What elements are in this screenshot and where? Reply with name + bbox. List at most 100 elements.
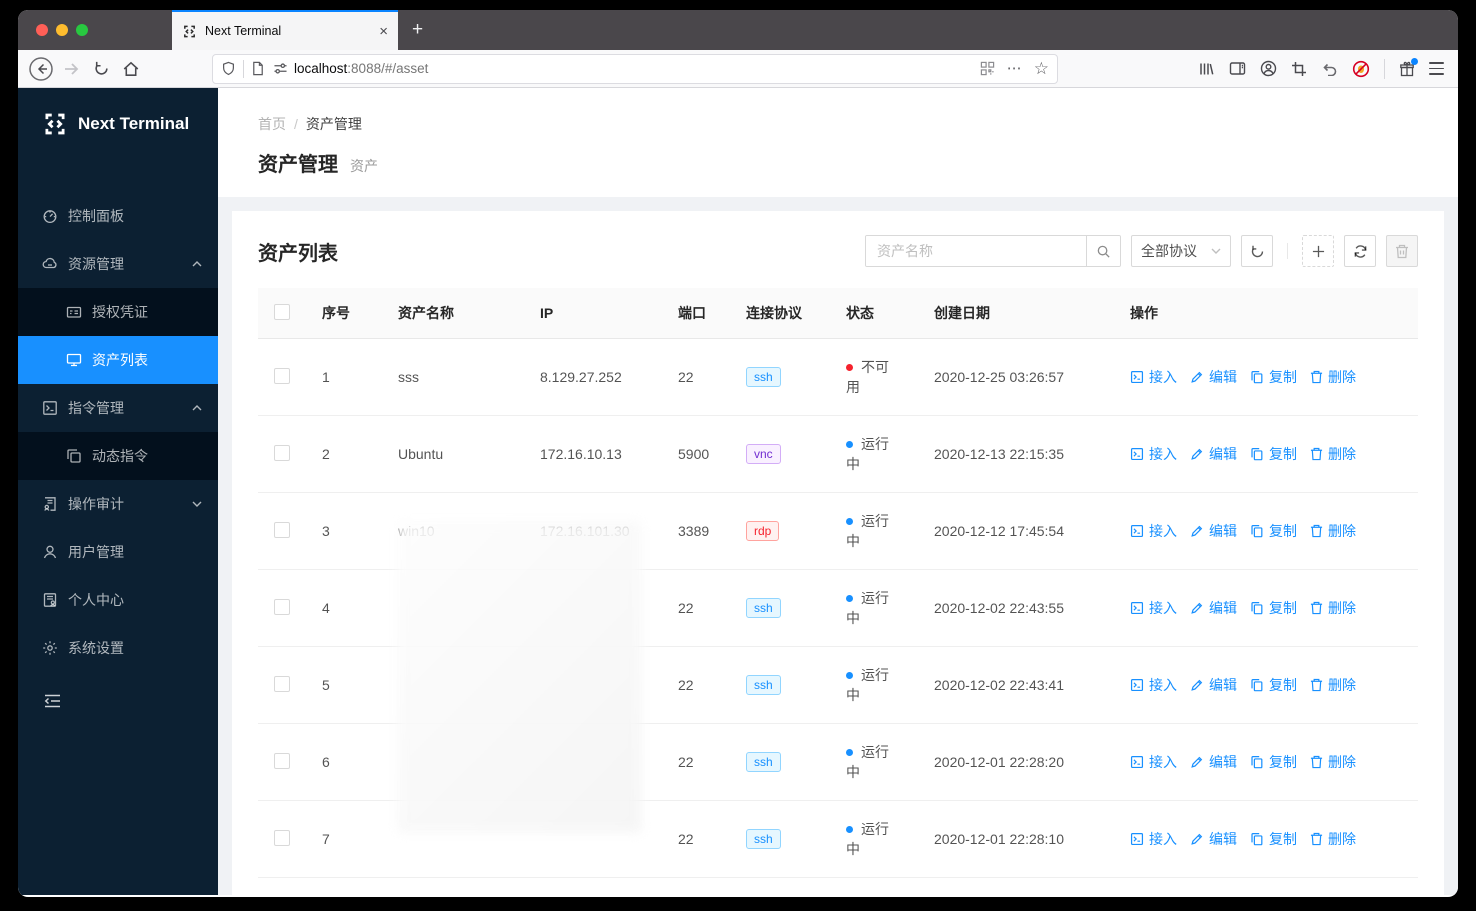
copy-link[interactable]: 复制 [1250, 367, 1297, 387]
reload-button[interactable] [86, 54, 116, 84]
add-asset-button[interactable] [1302, 235, 1334, 267]
trash-icon [1310, 601, 1323, 615]
plus-icon [1312, 245, 1324, 257]
account-icon[interactable] [1260, 60, 1277, 77]
trash-icon [1310, 370, 1323, 384]
copy-link[interactable]: 复制 [1250, 444, 1297, 464]
code-icon [43, 401, 57, 415]
bookmark-star-icon[interactable]: ☆ [1034, 60, 1049, 77]
sidebar-item-asset-list[interactable]: 资产列表 [18, 336, 218, 384]
select-all-checkbox[interactable] [274, 303, 290, 320]
sidebar-item-users[interactable]: 用户管理 [18, 528, 218, 576]
delete-link[interactable]: 删除 [1310, 675, 1356, 695]
edit-link[interactable]: 编辑 [1190, 752, 1237, 772]
edit-link[interactable]: 编辑 [1190, 675, 1237, 695]
delete-link[interactable]: 删除 [1310, 752, 1356, 772]
connect-link[interactable]: 接入 [1130, 598, 1177, 618]
sidebar-toggle-icon[interactable] [1229, 61, 1246, 76]
menu-fold-icon[interactable] [44, 694, 218, 708]
batch-delete-button[interactable] [1386, 235, 1418, 267]
copy-link[interactable]: 复制 [1250, 598, 1297, 618]
undo-arrow-icon[interactable] [1321, 61, 1338, 76]
sidebar-item-credentials[interactable]: 授权凭证 [18, 288, 218, 336]
sidebar-item-dashboard[interactable]: 控制面板 [18, 192, 218, 240]
cell-created: 2020-11-17 16:55:10 [918, 877, 1114, 895]
edit-link[interactable]: 编辑 [1190, 521, 1237, 541]
sidebar-item-resources[interactable]: 资源管理 [18, 240, 218, 288]
copy-link[interactable]: 复制 [1250, 675, 1297, 695]
cell-asset-name [382, 569, 524, 647]
copy-link[interactable]: 复制 [1250, 829, 1297, 849]
close-window-button[interactable] [36, 24, 48, 36]
row-checkbox[interactable] [274, 367, 290, 384]
cell-index: 8 [306, 877, 382, 895]
connect-link[interactable]: 接入 [1130, 521, 1177, 541]
whats-new-gift-icon[interactable] [1399, 57, 1418, 77]
row-checkbox[interactable] [274, 444, 290, 461]
edit-link[interactable]: 编辑 [1190, 444, 1237, 464]
sidebar-item-dynamic-commands[interactable]: 动态指令 [18, 432, 218, 480]
terminal-icon [1130, 755, 1144, 769]
delete-link[interactable]: 删除 [1310, 367, 1356, 387]
delete-link[interactable]: 删除 [1310, 829, 1356, 849]
new-tab-button[interactable]: + [398, 10, 437, 50]
copy-link[interactable]: 复制 [1250, 752, 1297, 772]
notification-dot [1411, 57, 1418, 65]
browser-tab[interactable]: Next Terminal × [172, 10, 398, 50]
reset-button[interactable] [1241, 235, 1273, 267]
breadcrumb-home[interactable]: 首页 [258, 114, 286, 134]
edit-link[interactable]: 编辑 [1190, 829, 1237, 849]
permissions-icon[interactable] [273, 62, 288, 75]
search-button[interactable] [1086, 236, 1120, 266]
cell-index: 5 [306, 646, 382, 724]
page-info-icon[interactable] [251, 61, 265, 76]
connect-link[interactable]: 接入 [1130, 675, 1177, 695]
blocker-extension-icon[interactable] [1352, 60, 1370, 78]
shield-icon[interactable] [221, 61, 236, 76]
connect-link[interactable]: 接入 [1130, 752, 1177, 772]
library-icon[interactable] [1198, 61, 1215, 77]
sidebar-item-commands[interactable]: 指令管理 [18, 384, 218, 432]
home-button[interactable] [116, 54, 146, 84]
page-actions-icon[interactable]: ⋯ [1007, 61, 1022, 76]
delete-link[interactable]: 删除 [1310, 521, 1356, 541]
url-text[interactable]: localhost:8088/#/asset [294, 61, 980, 76]
sidebar-item-settings[interactable]: 系统设置 [18, 624, 218, 672]
terminal-icon [1130, 601, 1144, 615]
sync-icon [1354, 244, 1366, 258]
tab-close-icon[interactable]: × [379, 24, 388, 39]
tab-title: Next Terminal [205, 24, 282, 38]
sidebar-item-profile[interactable]: 个人中心 [18, 576, 218, 624]
refresh-button[interactable] [1344, 235, 1376, 267]
delete-link[interactable]: 删除 [1310, 444, 1356, 464]
search-input[interactable] [866, 236, 1086, 266]
zoom-window-button[interactable] [76, 24, 88, 36]
screenshot-crop-icon[interactable] [1291, 61, 1307, 77]
tab-favicon [182, 24, 197, 39]
row-checkbox[interactable] [274, 675, 290, 692]
row-checkbox[interactable] [274, 521, 290, 538]
qr-scan-icon[interactable] [980, 61, 995, 76]
forward-button[interactable] [56, 54, 86, 84]
url-bar[interactable]: localhost:8088/#/asset ⋯ ☆ [212, 53, 1058, 84]
row-checkbox[interactable] [274, 752, 290, 769]
cell-port: 22 [662, 800, 730, 878]
connect-link[interactable]: 接入 [1130, 367, 1177, 387]
protocol-select[interactable]: 全部协议 [1131, 235, 1231, 267]
delete-link[interactable]: 删除 [1310, 598, 1356, 618]
minimize-window-button[interactable] [56, 24, 68, 36]
cell-status: 运行中 [846, 436, 889, 472]
copy-link[interactable]: 复制 [1250, 521, 1297, 541]
menu-hamburger-icon[interactable] [1429, 62, 1444, 75]
connect-link[interactable]: 接入 [1130, 829, 1177, 849]
edit-link[interactable]: 编辑 [1190, 367, 1237, 387]
sidebar-item-audit[interactable]: 操作审计 [18, 480, 218, 528]
row-checkbox[interactable] [274, 598, 290, 615]
edit-link[interactable]: 编辑 [1190, 598, 1237, 618]
back-button[interactable] [26, 54, 56, 84]
cell-port: 22 [662, 877, 730, 895]
status-dot [846, 749, 853, 756]
row-checkbox[interactable] [274, 829, 290, 846]
breadcrumb-current: 资产管理 [305, 116, 362, 132]
connect-link[interactable]: 接入 [1130, 444, 1177, 464]
